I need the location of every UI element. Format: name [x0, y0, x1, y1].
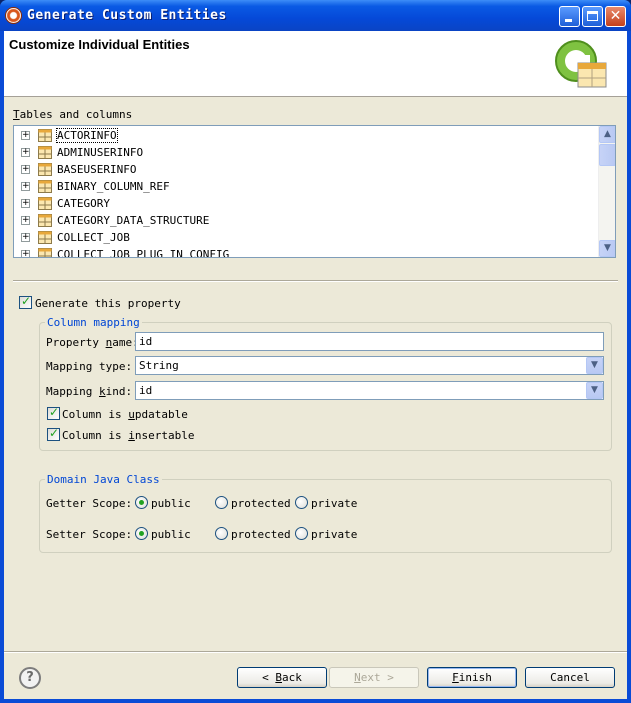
back-button[interactable]: < Back — [237, 667, 327, 688]
window-title: Generate Custom Entities — [27, 8, 227, 23]
title-bar[interactable]: Generate Custom Entities ✕ — [0, 0, 631, 31]
getter-public-label: public — [151, 497, 191, 510]
column-insertable-label: Column is insertable — [62, 429, 195, 442]
maximize-button[interactable] — [582, 6, 603, 27]
mapping-kind-label: Mapping kind: — [46, 385, 133, 398]
expand-plus-icon[interactable]: + — [21, 165, 30, 174]
check-icon: ✓ — [49, 405, 60, 419]
table-icon — [38, 197, 52, 210]
check-icon: ✓ — [49, 426, 60, 440]
property-name-input[interactable]: id — [135, 332, 604, 351]
tree-vertical-scrollbar[interactable]: ▲ ▼ — [598, 126, 615, 257]
mapping-type-combo[interactable]: String ▼ — [135, 356, 604, 375]
table-icon — [38, 129, 52, 142]
tree-row-table[interactable]: + BINARY_COLUMN_REF — [14, 178, 599, 195]
expand-plus-icon[interactable]: + — [21, 216, 30, 225]
getter-protected-label: protected — [231, 497, 291, 510]
expand-plus-icon[interactable]: + — [21, 148, 30, 157]
table-icon — [38, 248, 52, 257]
getter-protected-radio[interactable] — [215, 496, 228, 509]
tree-row-label: ACTORINFO — [56, 128, 118, 143]
close-icon: ✕ — [609, 8, 622, 24]
column-updatable-label: Column is updatable — [62, 408, 188, 421]
cancel-button[interactable]: Cancel — [525, 667, 615, 688]
close-button[interactable]: ✕ — [605, 6, 626, 27]
setter-private-label: private — [311, 528, 358, 541]
tree-row-label: BINARY_COLUMN_REF — [57, 180, 170, 193]
scroll-down-button[interactable]: ▼ — [599, 240, 615, 257]
chevron-down-icon[interactable]: ▼ — [586, 357, 603, 374]
minimize-icon — [565, 19, 572, 22]
expand-plus-icon[interactable]: + — [21, 131, 30, 140]
check-icon: ✓ — [21, 294, 32, 308]
setter-private-radio[interactable] — [295, 527, 308, 540]
minimize-button[interactable] — [559, 6, 580, 27]
table-icon — [38, 146, 52, 159]
getter-private-label: private — [311, 497, 358, 510]
help-icon[interactable]: ? — [19, 667, 41, 689]
section-divider — [13, 280, 618, 282]
tree-row-table[interactable]: + CATEGORY_DATA_STRUCTURE — [14, 212, 599, 229]
table-icon — [38, 231, 52, 244]
tree-row-label: ADMINUSERINFO — [57, 146, 144, 159]
getter-scope-label: Getter Scope: — [46, 497, 133, 510]
scroll-up-button[interactable]: ▲ — [599, 126, 615, 143]
dialog-client-area: Customize Individual Entities Tables and… — [4, 31, 627, 699]
table-icon — [38, 214, 52, 227]
setter-public-label: public — [151, 528, 191, 541]
scroll-thumb[interactable] — [599, 144, 615, 166]
tree-row-label: COLLECT_JOB — [57, 231, 130, 244]
setter-public-radio[interactable] — [135, 527, 148, 540]
expand-plus-icon[interactable]: + — [21, 250, 30, 257]
getter-private-radio[interactable] — [295, 496, 308, 509]
table-icon — [38, 180, 52, 193]
domain-java-class-title: Domain Java Class — [45, 473, 162, 486]
generate-property-checkbox[interactable]: ✓ — [19, 294, 32, 309]
column-mapping-title: Column mapping — [45, 316, 142, 329]
tables-tree[interactable]: + ACTORINFO + ADMINUSERINFO + BASEUSERINFO + BI… — [13, 125, 616, 258]
getter-public-radio[interactable] — [135, 496, 148, 509]
mapping-kind-value: id — [139, 384, 153, 397]
maximize-icon — [587, 11, 598, 21]
column-insertable-checkbox[interactable]: ✓ — [47, 426, 60, 441]
tree-row-table[interactable]: + CATEGORY — [14, 195, 599, 212]
tree-row-table[interactable]: + ACTORINFO — [14, 127, 599, 144]
domain-java-class-group: Domain Java Class — [39, 473, 612, 553]
tree-row-table[interactable]: + BASEUSERINFO — [14, 161, 599, 178]
next-button[interactable]: Next > — [329, 667, 419, 688]
tables-columns-label: Tables and columns — [13, 108, 133, 121]
setter-protected-label: protected — [231, 528, 291, 541]
tree-row-label: COLLECT_JOB_PLUG_IN_CONFIG — [57, 248, 230, 258]
table-icon — [38, 163, 52, 176]
setter-protected-radio[interactable] — [215, 527, 228, 540]
mapping-type-value: String — [139, 359, 179, 372]
tree-row-table[interactable]: + COLLECT_JOB_PLUG_IN_CONFIG — [14, 246, 599, 258]
dialog-window: Generate Custom Entities ✕ Customize Ind… — [0, 0, 631, 703]
mapping-kind-combo[interactable]: id ▼ — [135, 381, 604, 400]
wizard-header: Customize Individual Entities — [4, 31, 627, 97]
eclipse-app-icon — [5, 7, 22, 24]
expand-plus-icon[interactable]: + — [21, 233, 30, 242]
mapping-type-label: Mapping type: — [46, 360, 133, 373]
expand-plus-icon[interactable]: + — [21, 182, 30, 191]
tree-row-label: CATEGORY — [57, 197, 110, 210]
wizard-banner-icon — [555, 40, 607, 88]
page-title: Customize Individual Entities — [9, 37, 190, 52]
generate-property-label: Generate this property — [35, 297, 181, 310]
finish-button[interactable]: Finish — [427, 667, 517, 688]
chevron-down-icon[interactable]: ▼ — [586, 382, 603, 399]
property-name-label: Property name: — [46, 336, 139, 349]
tree-row-label: CATEGORY_DATA_STRUCTURE — [57, 214, 210, 227]
expand-plus-icon[interactable]: + — [21, 199, 30, 208]
tree-row-label: BASEUSERINFO — [57, 163, 137, 176]
setter-scope-label: Setter Scope: — [46, 528, 133, 541]
tree-row-table[interactable]: + COLLECT_JOB — [14, 229, 599, 246]
tree-row-table[interactable]: + ADMINUSERINFO — [14, 144, 599, 161]
column-updatable-checkbox[interactable]: ✓ — [47, 405, 60, 420]
footer-divider — [4, 651, 627, 653]
